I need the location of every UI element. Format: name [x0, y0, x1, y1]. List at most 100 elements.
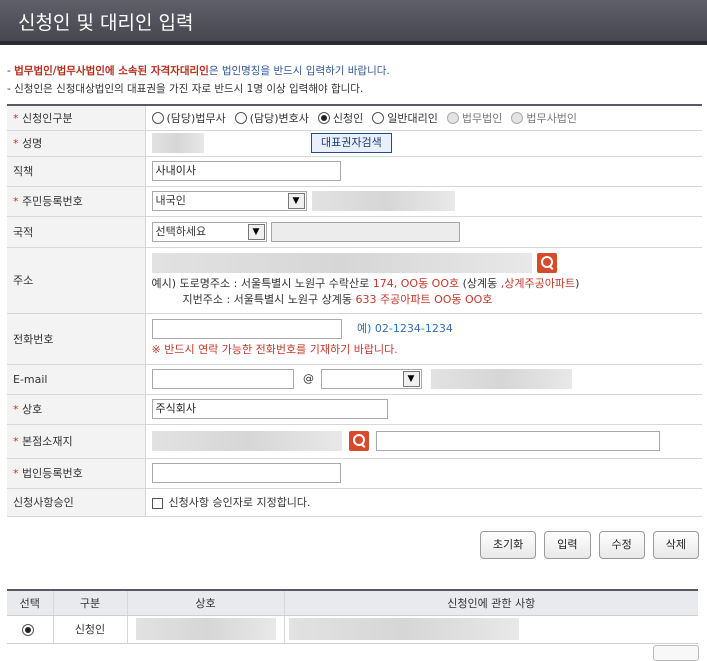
notice-line-2: - 신청인은 신청대상법인의 대표권을 가진 자로 반드시 1명 이상 입력해야…	[7, 83, 364, 95]
row-applicant-info-cell	[284, 615, 698, 644]
corp-reg-number-input[interactable]	[151, 463, 341, 483]
label-company: * 상호	[7, 394, 146, 425]
label-text: 신청인구분	[22, 111, 73, 125]
head-office-input[interactable]	[151, 431, 342, 451]
email-at-sign: @	[303, 372, 314, 385]
label-corp-reg-number: * 법인등록번호	[7, 458, 146, 489]
representative-search-button[interactable]: 대표권자검색	[311, 133, 392, 153]
company-input[interactable]: 주식회사	[151, 399, 388, 419]
position-input[interactable]: 사내이사	[151, 161, 341, 181]
reset-button[interactable]: 초기화	[479, 531, 537, 559]
table-header-row: 선택 구분 상호 신청인에 관한 사항	[7, 590, 698, 616]
label-address: 주소	[7, 247, 146, 314]
applicant-type-option: 법무사법인	[511, 110, 577, 126]
applicant-form: * 신청인구분 (담당)법무사 (담당)변호사 신청인 일반대리인 법무법인 법무사법인 …	[7, 104, 702, 517]
chevron-down-icon: ▼	[287, 193, 305, 209]
name-input[interactable]	[151, 133, 204, 153]
label-text: 주소	[13, 274, 34, 287]
radio-label: 법무사법인	[526, 111, 577, 125]
resident-number-input[interactable]	[312, 191, 455, 211]
column-header: 상호	[127, 590, 285, 616]
applicant-type-option[interactable]: 신청인	[317, 110, 364, 126]
delete-button[interactable]: 삭제	[652, 531, 699, 559]
notice-block: - 법무법인/법무사법인에 소속된 자격자대리인은 법인명칭을 반드시 입력하기…	[7, 62, 702, 98]
label-text: 국적	[13, 225, 34, 239]
radio-button	[446, 111, 459, 124]
page-title: 신청인 및 대리인 입력	[18, 12, 194, 34]
input-button[interactable]: 입력	[544, 531, 591, 559]
row-company-cell	[127, 615, 285, 644]
column-header: 신청인에 관한 사항	[284, 590, 698, 616]
label-text: 직책	[13, 165, 34, 178]
row-select-cell[interactable]	[7, 615, 54, 644]
radio-button[interactable]	[317, 111, 330, 124]
label-text: 성명	[22, 137, 43, 150]
select-value: 내국인	[155, 194, 186, 207]
notice-line-1: - 법무법인/법무사법인에 소속된 자격자대리인은 법인명칭을 반드시 입력하기…	[7, 62, 702, 80]
nationality-select[interactable]: 선택하세요 ▼	[151, 221, 267, 242]
applicant-type-radio-group: (담당)법무사 (담당)변호사 신청인 일반대리인 법무법인 법무사법인	[151, 110, 703, 126]
required-mark: *	[13, 435, 19, 448]
chevron-down-icon: ▼	[247, 223, 265, 240]
label-resident-number: * 주민등록번호	[7, 186, 146, 217]
radio-label: (담당)변호사	[249, 111, 309, 125]
head-office-detail-input[interactable]	[375, 431, 660, 451]
required-mark: *	[13, 195, 19, 208]
email-domain-select[interactable]: ▼	[320, 369, 422, 389]
applicant-type-option[interactable]: (담당)변호사	[234, 110, 309, 126]
approval-checkbox-label: 신청사항 승인자로 지정합니다.	[168, 496, 311, 509]
required-mark: *	[13, 137, 19, 150]
radio-button[interactable]	[151, 111, 164, 124]
example-text: (상계동	[459, 276, 501, 290]
email-domain-input[interactable]	[431, 369, 572, 389]
table-row[interactable]: 신청인	[7, 615, 698, 644]
label-head-office: * 본점소재지	[7, 424, 146, 459]
example-text: )	[575, 276, 580, 290]
radio-button[interactable]	[234, 111, 247, 124]
nationality-detail-input[interactable]	[271, 221, 460, 242]
radio-label: 신청인	[332, 111, 364, 125]
redacted-value	[135, 618, 276, 640]
redacted-value	[288, 618, 519, 640]
applicant-list-table: 선택 구분 상호 신청인에 관한 사항 신청인	[7, 589, 698, 644]
label-text: 주민등록번호	[22, 195, 83, 208]
phone-warning: ※ 반드시 연락 가능한 전화번호를 기재하기 바랍니다.	[151, 343, 398, 356]
radio-button[interactable]	[372, 111, 385, 124]
example-text: 예시) 도로명주소 : 서울특별시 노원구 수락산로	[151, 276, 373, 290]
address-example-lot: 지번주소 : 서울특별시 노원구 상계동 633 주공아파트 OO동 OO호	[152, 292, 703, 308]
label-text: 법인등록번호	[22, 467, 83, 480]
notice-emphasis: 법무법인/법무사법인에 소속된 자격자대리인	[14, 65, 209, 77]
email-local-input[interactable]	[151, 369, 294, 389]
required-mark: *	[13, 467, 19, 480]
phone-input[interactable]	[151, 319, 342, 339]
address-example-road: 예시) 도로명주소 : 서울특별시 노원구 수락산로 174, OO동 OO호 …	[152, 276, 703, 292]
select-value: 선택하세요	[155, 224, 207, 238]
label-email: E-mail	[7, 364, 146, 395]
search-icon[interactable]	[349, 431, 369, 451]
radio-label: (담당)법무사	[166, 111, 226, 125]
page-button[interactable]	[653, 645, 699, 661]
label-position: 직책	[7, 156, 146, 187]
edit-button[interactable]: 수정	[598, 531, 645, 559]
label-text: 전화번호	[13, 332, 54, 346]
nationality-type-select[interactable]: 내국인 ▼	[151, 191, 307, 211]
label-text: 본점소재지	[22, 435, 73, 448]
title-bar: 신청인 및 대리인 입력	[0, 0, 707, 45]
radio-label: 일반대리인	[387, 111, 438, 125]
radio-button	[511, 111, 524, 124]
required-mark: *	[13, 111, 19, 125]
label-name: * 성명	[7, 130, 146, 157]
address-input[interactable]	[151, 252, 532, 273]
row-select-radio[interactable]	[22, 623, 35, 636]
approval-checkbox[interactable]	[151, 497, 163, 509]
applicant-type-option[interactable]: 일반대리인	[372, 110, 438, 126]
label-text: 상호	[22, 403, 43, 416]
column-header: 선택	[7, 590, 54, 616]
label-phone: 전화번호	[7, 313, 146, 365]
search-icon[interactable]	[537, 252, 557, 273]
required-mark: *	[13, 403, 19, 416]
radio-label: 법무법인	[461, 111, 503, 125]
chevron-down-icon: ▼	[402, 371, 420, 387]
example-highlight: 633 주공아파트 OO동 OO호	[355, 292, 493, 306]
applicant-type-option[interactable]: (담당)법무사	[151, 110, 226, 126]
